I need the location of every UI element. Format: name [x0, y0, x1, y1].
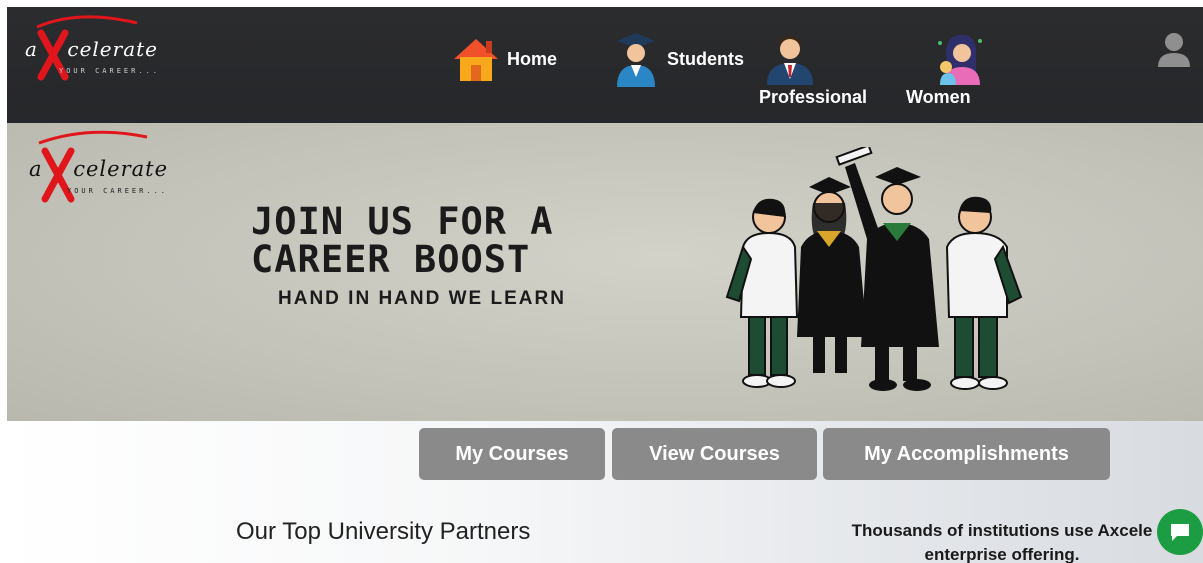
- hero-banner: a celerate YOUR CAREER... JOIN US FOR A …: [7, 123, 1203, 421]
- hero-title-line2: CAREER BOOST: [251, 238, 531, 281]
- brand-logo[interactable]: a celerate YOUR CAREER...: [19, 15, 169, 85]
- hero-title: JOIN US FOR A CAREER BOOST: [251, 203, 651, 279]
- nav-students-label: Students: [667, 49, 745, 69]
- hero-brand-tagline: YOUR CAREER...: [67, 187, 169, 195]
- view-courses-button[interactable]: View Courses: [612, 428, 817, 480]
- hero-title-line1: JOIN US FOR A: [251, 200, 554, 243]
- my-accomplishments-button[interactable]: My Accomplishments: [823, 428, 1110, 480]
- nav-professional-label: Professional: [759, 87, 868, 107]
- nav-women-label: Women: [906, 87, 971, 107]
- hero-brand-logo: a celerate YOUR CAREER...: [19, 129, 189, 204]
- graduate-student-icon: [617, 33, 655, 87]
- businessman-icon: [767, 36, 813, 85]
- graduating-students-illustration: [725, 147, 1023, 391]
- hero-subtitle: HAND IN HAND WE LEARN: [278, 288, 566, 309]
- institutions-text-line1: Thousands of institutions use Axcele: [851, 521, 1153, 540]
- brand-tagline: YOUR CAREER...: [59, 67, 161, 75]
- content-section: My Courses View Courses My Accomplishmen…: [0, 421, 1203, 563]
- my-courses-button[interactable]: My Courses: [419, 428, 605, 480]
- chat-bubble-icon: [1171, 524, 1189, 541]
- chat-button[interactable]: [1157, 509, 1203, 555]
- nav-home-label: Home: [507, 49, 558, 69]
- institutions-text-line2: enterprise offering.: [924, 545, 1080, 563]
- woman-icon: [938, 35, 982, 85]
- nav-professional[interactable]: Professional: [757, 31, 887, 121]
- top-navbar: a celerate YOUR CAREER... Home Students: [7, 7, 1203, 123]
- nav-women[interactable]: Women: [904, 31, 994, 121]
- university-partners-heading: Our Top University Partners: [236, 518, 531, 545]
- home-icon: [454, 39, 498, 81]
- brand-name: a celerate: [25, 37, 159, 61]
- institutions-text: Thousands of institutions use Axcele ent…: [812, 519, 1192, 563]
- hero-brand-name: a celerate: [29, 157, 168, 181]
- user-avatar-icon[interactable]: [1157, 31, 1191, 72]
